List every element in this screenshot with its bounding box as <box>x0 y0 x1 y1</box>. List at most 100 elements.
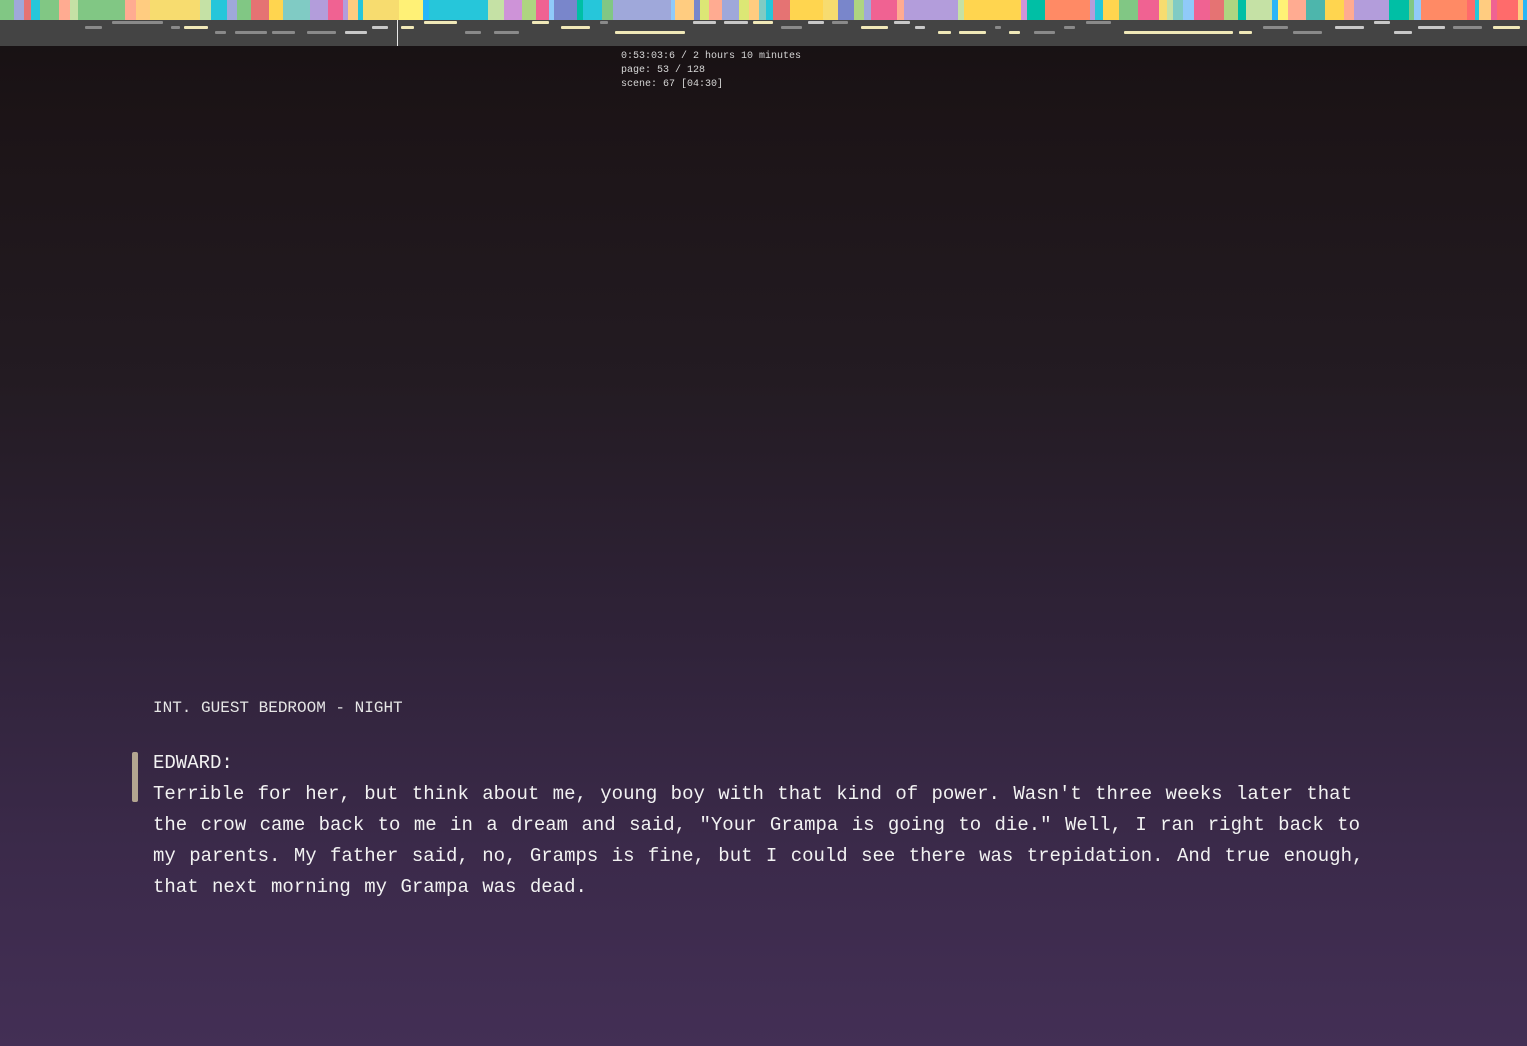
scene-segment[interactable] <box>536 0 549 20</box>
scene-segment[interactable] <box>227 0 237 20</box>
scene-segment[interactable] <box>554 0 567 20</box>
scene-segment[interactable] <box>211 0 227 20</box>
scene-segment[interactable] <box>749 0 759 20</box>
scene-segment[interactable] <box>854 0 864 20</box>
scene-segment[interactable] <box>1027 0 1045 20</box>
scene-segment[interactable] <box>1045 0 1090 20</box>
scene-segment[interactable] <box>1344 0 1354 20</box>
scene-segment[interactable] <box>328 0 343 20</box>
scene-segment[interactable] <box>1389 0 1409 20</box>
scene-segment[interactable] <box>773 0 790 20</box>
scene-segment[interactable] <box>237 0 251 20</box>
scene-segment[interactable] <box>1173 0 1183 20</box>
scene-segment[interactable] <box>864 0 871 20</box>
scene-segment[interactable] <box>1238 0 1246 20</box>
scene-segment[interactable] <box>1467 0 1475 20</box>
scene-segment[interactable] <box>1497 0 1506 20</box>
scene-segment[interactable] <box>904 0 958 20</box>
dialogue-line-marker <box>272 31 295 34</box>
scene-segment[interactable] <box>790 0 823 20</box>
dialogue-line-marker <box>600 21 608 24</box>
scene-segment[interactable] <box>709 0 722 20</box>
scene-segment[interactable] <box>399 0 408 20</box>
scene-segment[interactable] <box>1183 0 1194 20</box>
scene-segment[interactable] <box>1138 0 1159 20</box>
scene-segment[interactable] <box>0 0 14 20</box>
scene-segment[interactable] <box>1506 0 1518 20</box>
scene-segment[interactable] <box>700 0 709 20</box>
scene-segment[interactable] <box>200 0 211 20</box>
scene-segment[interactable] <box>1325 0 1344 20</box>
scene-segment[interactable] <box>602 0 613 20</box>
scene-segment[interactable] <box>567 0 577 20</box>
dialogue-line-marker <box>1335 26 1364 29</box>
scene-segment[interactable] <box>823 0 838 20</box>
scene-segment[interactable] <box>1306 0 1325 20</box>
scene-color-strip[interactable] <box>0 0 1527 20</box>
scene-segment[interactable] <box>1224 0 1238 20</box>
dialogue-line-marker <box>171 26 180 29</box>
dialogue-line-marker <box>345 31 367 34</box>
scene-segment[interactable] <box>408 0 423 20</box>
scene-segment[interactable] <box>78 0 125 20</box>
scene-segment[interactable] <box>1414 0 1421 20</box>
scene-segment[interactable] <box>24 0 31 20</box>
scene-segment[interactable] <box>1095 0 1103 20</box>
scene-segment[interactable] <box>70 0 78 20</box>
scene-segment[interactable] <box>838 0 854 20</box>
dialogue-line-marker <box>1086 21 1111 24</box>
scene-segment[interactable] <box>1103 0 1119 20</box>
dialogue-line-marker <box>424 21 457 24</box>
scene-segment[interactable] <box>59 0 70 20</box>
scene-segment[interactable] <box>14 0 24 20</box>
scene-segment[interactable] <box>1523 0 1527 20</box>
scene-segment[interactable] <box>1421 0 1467 20</box>
scene-segment[interactable] <box>150 0 200 20</box>
scene-segment[interactable] <box>613 0 671 20</box>
scene-segment[interactable] <box>1159 0 1167 20</box>
scene-segment[interactable] <box>1119 0 1138 20</box>
scene-segment[interactable] <box>31 0 40 20</box>
scene-segment[interactable] <box>1479 0 1491 20</box>
scene-segment[interactable] <box>1354 0 1389 20</box>
scene-segment[interactable] <box>759 0 766 20</box>
scene-segment[interactable] <box>1210 0 1224 20</box>
scene-segment[interactable] <box>348 0 358 20</box>
scene-segment[interactable] <box>897 0 904 20</box>
scene-segment[interactable] <box>1194 0 1210 20</box>
scene-segment[interactable] <box>1288 0 1306 20</box>
scene-segment[interactable] <box>583 0 602 20</box>
page-readout: page: 53 / 128 <box>621 65 706 76</box>
dialogue-text: Terrible for her, but think about me, yo… <box>153 783 1364 898</box>
dialogue-line-marker <box>915 26 925 29</box>
scene-segment[interactable] <box>136 0 150 20</box>
scene-segment[interactable] <box>310 0 328 20</box>
scene-segment[interactable] <box>269 0 283 20</box>
scene-segment[interactable] <box>675 0 694 20</box>
scene-segment[interactable] <box>283 0 302 20</box>
scene-segment[interactable] <box>964 0 1021 20</box>
timeline-bar[interactable] <box>0 0 1527 46</box>
scene-segment[interactable] <box>1246 0 1272 20</box>
scene-segment[interactable] <box>125 0 136 20</box>
scene-segment[interactable] <box>302 0 310 20</box>
scene-segment[interactable] <box>504 0 522 20</box>
scene-segment[interactable] <box>871 0 897 20</box>
dialogue-line-marker <box>808 21 824 24</box>
scene-segment[interactable] <box>766 0 773 20</box>
dialogue-track[interactable] <box>0 20 1527 46</box>
scene-segment[interactable] <box>488 0 504 20</box>
scene-segment[interactable] <box>739 0 749 20</box>
scene-segment[interactable] <box>1278 0 1288 20</box>
scene-segment[interactable] <box>429 0 488 20</box>
scene-segment[interactable] <box>722 0 739 20</box>
dialogue-line-marker <box>532 21 549 24</box>
dialogue-line-marker <box>1293 31 1322 34</box>
scene-segment[interactable] <box>363 0 399 20</box>
scene-segment[interactable] <box>40 0 59 20</box>
active-line-marker <box>132 752 138 802</box>
playhead-cursor[interactable] <box>397 20 398 46</box>
scene-segment[interactable] <box>251 0 269 20</box>
dialogue-line-marker <box>307 31 336 34</box>
scene-segment[interactable] <box>522 0 536 20</box>
